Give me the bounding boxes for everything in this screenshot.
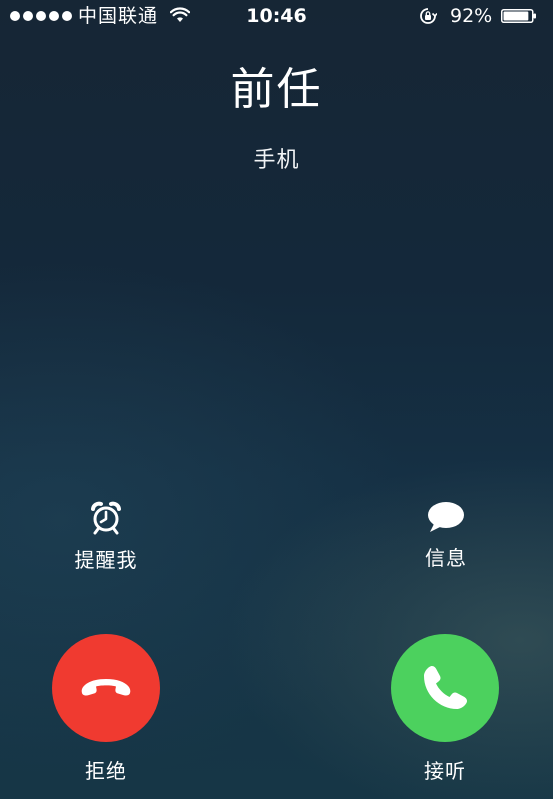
message-button[interactable]: 信息: [386, 500, 506, 572]
phone-icon: [424, 666, 467, 709]
phone-hangup-icon: [81, 679, 131, 696]
caller-name: 前任: [230, 64, 323, 115]
alarm-clock-icon: [91, 501, 121, 535]
decline-label: 拒绝: [85, 759, 127, 783]
caller-phone-type: 手机: [253, 148, 300, 173]
accept-button[interactable]: [391, 634, 499, 742]
remind-me-button[interactable]: 提醒我: [46, 500, 166, 574]
battery-icon: [501, 9, 536, 23]
rotation-lock-icon: [420, 8, 437, 24]
incoming-call-screen: 中国联通 10:46 92% 前任 手机 提醒我 信息 拒绝 接听: [0, 0, 553, 799]
message-label: 信息: [425, 546, 467, 570]
battery-percentage: 92%: [450, 5, 493, 27]
status-bar: 中国联通 10:46 92%: [0, 0, 553, 32]
remind-me-label: 提醒我: [74, 548, 138, 572]
speech-bubble-icon: [428, 502, 464, 532]
accept-label: 接听: [424, 759, 466, 783]
decline-button[interactable]: [52, 634, 160, 742]
